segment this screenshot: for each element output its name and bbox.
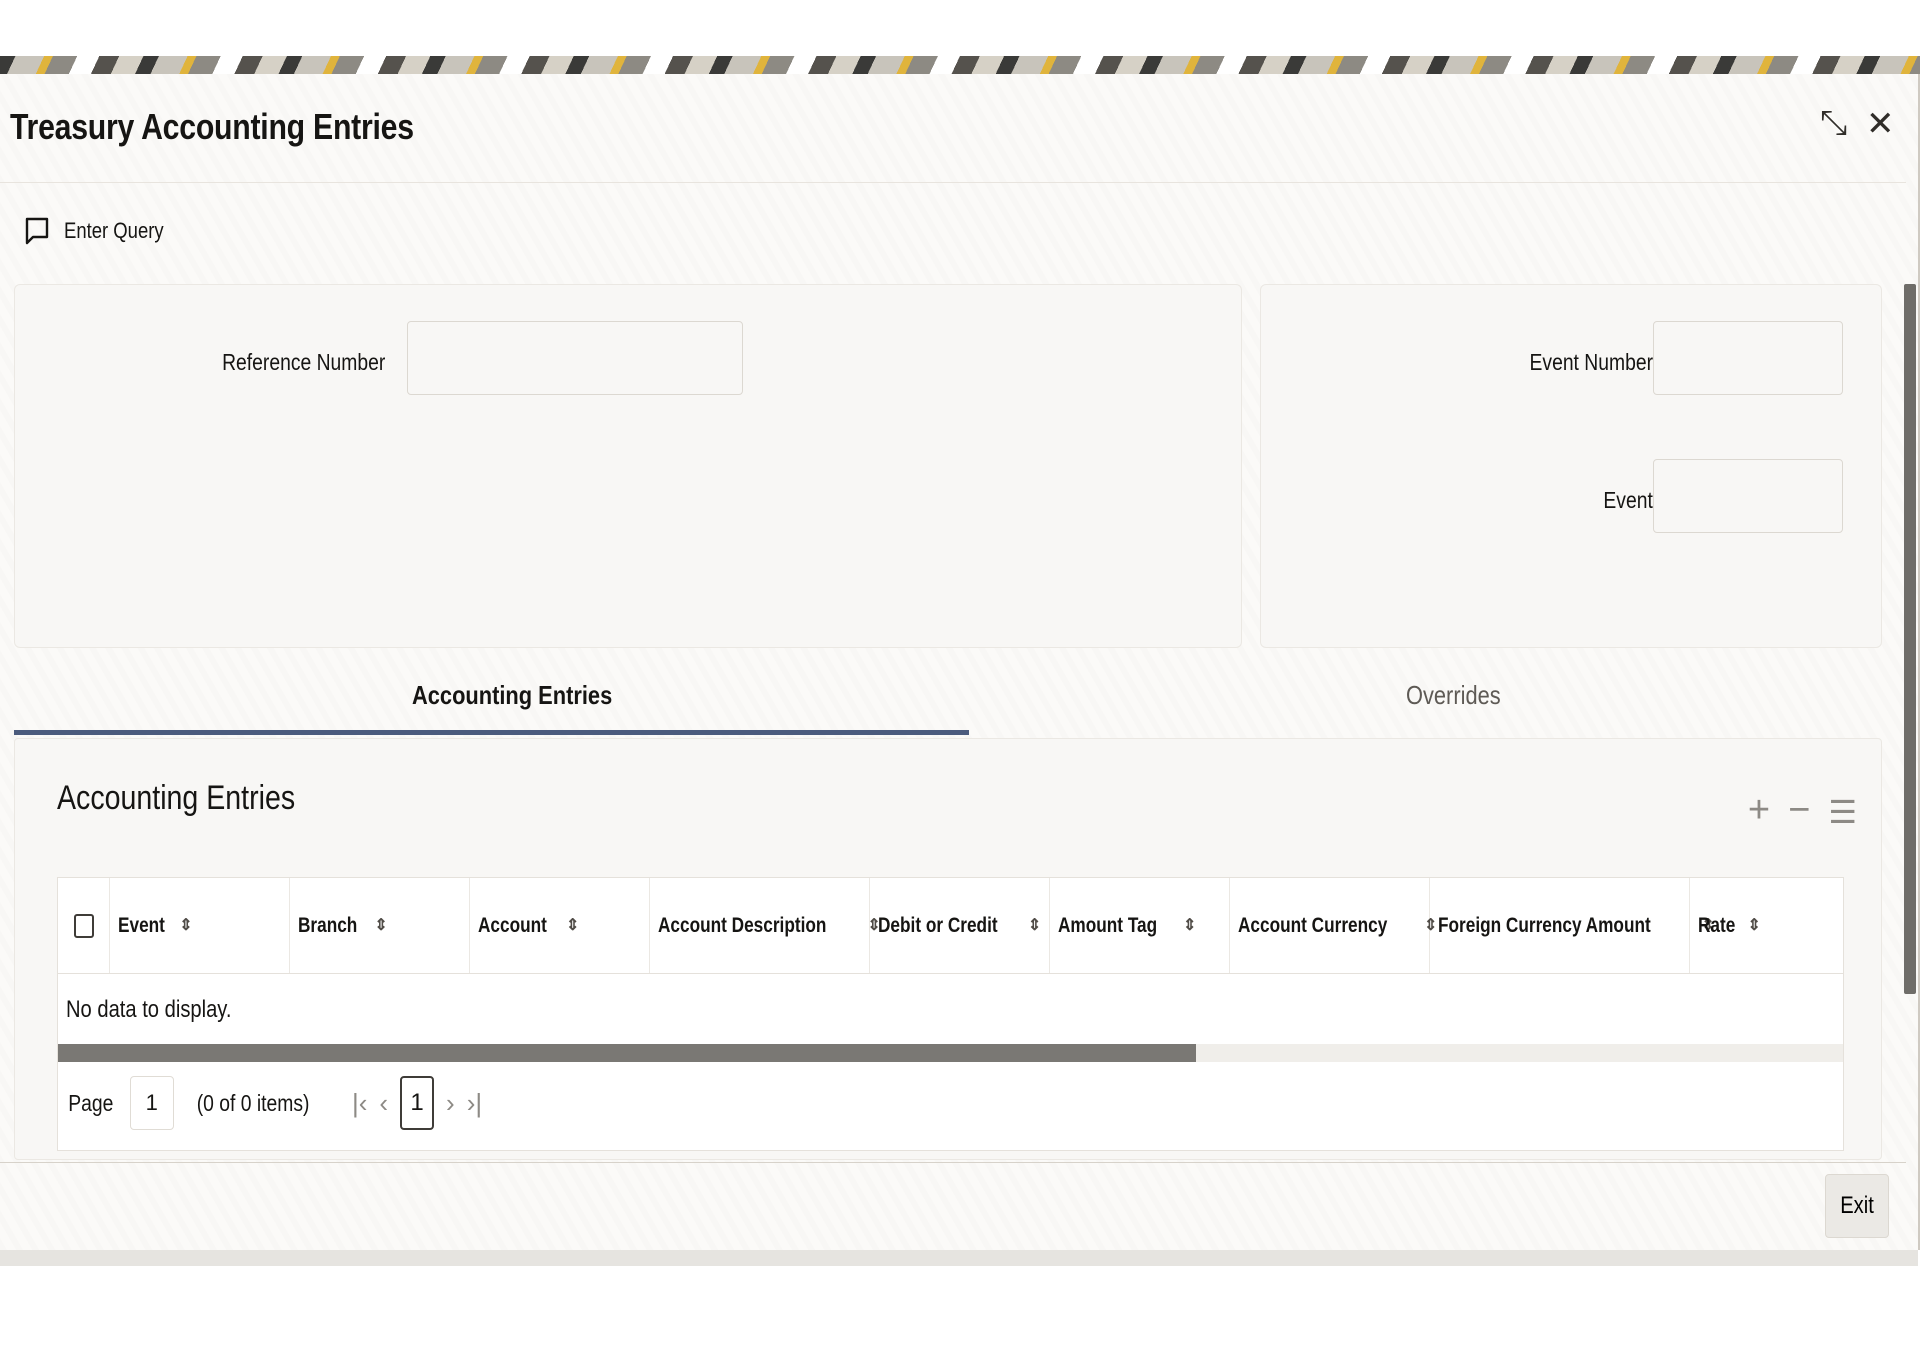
- horizontal-scroll-thumb[interactable]: [58, 1044, 1196, 1062]
- decorative-header-stripe: [0, 56, 1920, 74]
- column-header-amount-tag[interactable]: Amount Tag ⇕: [1050, 878, 1230, 973]
- current-page-button[interactable]: 1: [400, 1076, 435, 1130]
- footer-divider: [0, 1162, 1906, 1163]
- column-header-event[interactable]: Event ⇕: [110, 878, 290, 973]
- sort-icon[interactable]: ⇕: [179, 917, 192, 933]
- enter-query-label: Enter Query: [64, 218, 164, 243]
- enter-query-button[interactable]: Enter Query: [24, 216, 183, 246]
- page-label: Page: [68, 1089, 114, 1116]
- event-panel: Event Number Event: [1260, 284, 1882, 648]
- column-header-account-description[interactable]: Account Description ⇕: [650, 878, 881, 973]
- accounting-entries-table: Event ⇕ Branch ⇕ Account ⇕ Account Descript…: [57, 877, 1844, 1151]
- event-label: Event: [1603, 487, 1653, 513]
- restore-icon[interactable]: ⤡: [1820, 104, 1847, 143]
- column-header-account[interactable]: Account ⇕: [470, 878, 650, 973]
- page-number-input[interactable]: 1: [129, 1076, 174, 1130]
- reference-panel: Reference Number: [14, 284, 1242, 648]
- sort-icon[interactable]: ⇕: [1183, 917, 1196, 933]
- horizontal-scrollbar[interactable]: [58, 1044, 1843, 1062]
- treasury-accounting-window: Treasury Accounting Entries ⤡ ✕ Enter Qu…: [0, 74, 1920, 1250]
- add-row-icon[interactable]: +: [1748, 789, 1770, 832]
- previous-page-icon[interactable]: ‹: [379, 1088, 388, 1119]
- active-tab-indicator: [14, 730, 969, 735]
- column-header-debit-or-credit[interactable]: Debit or Credit ⇕: [870, 878, 1050, 973]
- select-all-cell: [58, 878, 110, 973]
- event-number-input[interactable]: [1653, 321, 1843, 395]
- next-page-icon[interactable]: ›: [446, 1088, 455, 1119]
- table-header: Event ⇕ Branch ⇕ Account ⇕ Account Descript…: [58, 878, 1843, 974]
- items-summary: (0 of 0 items): [196, 1089, 310, 1116]
- event-number-label: Event Number: [1529, 349, 1653, 375]
- column-header-foreign-currency-amount[interactable]: Foreign Currency Amount ⇕: [1430, 878, 1715, 973]
- vertical-scrollbar[interactable]: [1904, 284, 1916, 994]
- empty-table-message: No data to display.: [66, 996, 232, 1023]
- first-page-icon[interactable]: |‹: [352, 1088, 367, 1119]
- sort-icon[interactable]: ⇕: [374, 917, 387, 933]
- tab-accounting-entries[interactable]: Accounting Entries: [412, 680, 612, 711]
- reference-number-input[interactable]: [407, 321, 743, 395]
- remove-row-icon[interactable]: −: [1788, 789, 1810, 832]
- pagination-bar: Page 1 (0 of 0 items) |‹ ‹ 1 › ›|: [64, 1076, 482, 1130]
- section-title: Accounting Entries: [57, 779, 296, 817]
- sort-icon[interactable]: ⇕: [1748, 917, 1761, 933]
- sort-icon[interactable]: ⇕: [1028, 917, 1041, 933]
- column-header-account-currency[interactable]: Account Currency ⇕: [1230, 878, 1437, 973]
- window-title: Treasury Accounting Entries: [10, 106, 414, 147]
- accounting-entries-section: Accounting Entries + − ☰ Event ⇕ Branch ⇕ …: [14, 738, 1882, 1160]
- tab-overrides[interactable]: Overrides: [1406, 680, 1501, 711]
- message-icon: [25, 217, 49, 245]
- last-page-icon[interactable]: ›|: [467, 1088, 482, 1119]
- window-bottom-edge: [0, 1250, 1918, 1266]
- reference-number-label: Reference Number: [221, 349, 385, 375]
- title-divider: [0, 182, 1906, 183]
- event-input[interactable]: [1653, 459, 1843, 533]
- table-actions: + − ☰: [1748, 789, 1857, 832]
- column-header-rate[interactable]: Rate ⇕: [1690, 878, 1843, 973]
- exit-button[interactable]: Exit: [1825, 1174, 1889, 1238]
- sort-icon[interactable]: ⇕: [566, 917, 579, 933]
- close-icon[interactable]: ✕: [1866, 104, 1895, 144]
- column-header-branch[interactable]: Branch ⇕: [290, 878, 470, 973]
- select-all-checkbox[interactable]: [73, 913, 94, 938]
- column-list-icon[interactable]: ☰: [1828, 793, 1857, 832]
